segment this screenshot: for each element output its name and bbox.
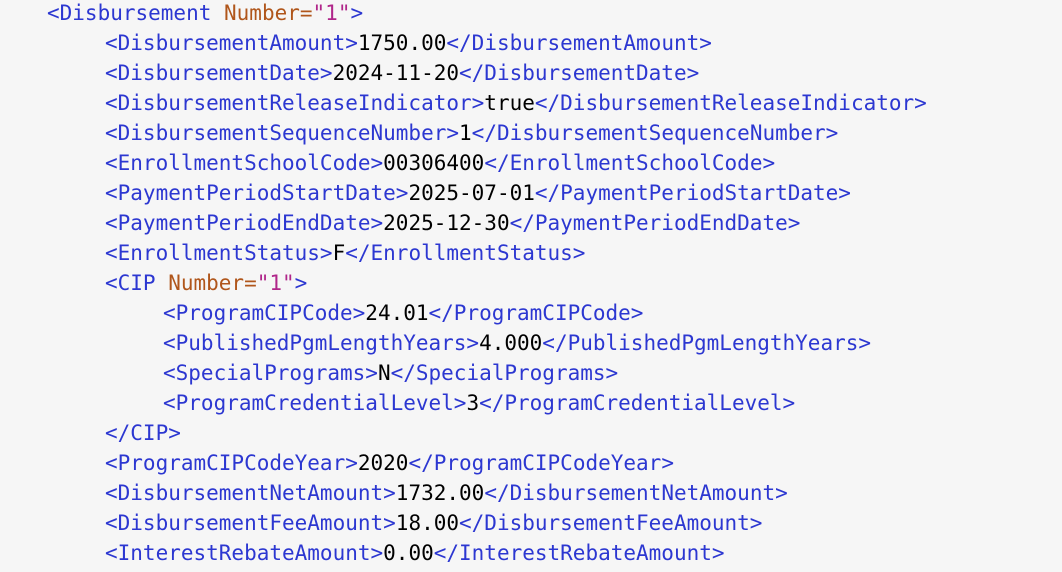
xml-open-tag: <SpecialPrograms> bbox=[163, 361, 378, 385]
xml-line: <DisbursementNetAmount>1732.00</Disburse… bbox=[105, 478, 788, 508]
xml-line: <DisbursementSequenceNumber>1</Disbursem… bbox=[105, 118, 838, 148]
xml-open-tag: <Disbursement bbox=[47, 1, 225, 25]
xml-attribute-value: "1" bbox=[256, 271, 295, 295]
xml-line: <Disbursement Number="1"> bbox=[47, 0, 363, 28]
xml-line: <CIP Number="1"> bbox=[105, 268, 307, 298]
xml-close-tag: </ProgramCIPCode> bbox=[428, 301, 644, 325]
xml-line: <PublishedPgmLengthYears>4.000</Publishe… bbox=[163, 328, 871, 358]
xml-close-tag: </EnrollmentStatus> bbox=[345, 241, 586, 265]
xml-text-value: 1 bbox=[459, 121, 472, 145]
xml-close-tag: </PaymentPeriodStartDate> bbox=[534, 181, 851, 205]
xml-close-tag: </PublishedPgmLengthYears> bbox=[542, 331, 872, 355]
xml-text-value: 2025-12-30 bbox=[383, 211, 510, 235]
xml-open-tag-end: > bbox=[294, 271, 308, 295]
xml-line: <DisbursementAmount>1750.00</Disbursemen… bbox=[105, 28, 712, 58]
xml-text-value: 2025-07-01 bbox=[408, 181, 535, 205]
xml-text-value: 1750.00 bbox=[357, 31, 447, 55]
xml-viewer: <Disbursement Number="1"> <DisbursementAm… bbox=[0, 0, 1062, 572]
xml-text-value: 2020 bbox=[357, 451, 409, 475]
xml-close-tag: </InterestRebateAmount> bbox=[433, 541, 725, 565]
xml-open-tag: <PublishedPgmLengthYears> bbox=[163, 331, 480, 355]
xml-line: <ProgramCredentialLevel>3</ProgramCreden… bbox=[163, 388, 795, 418]
xml-line: <PaymentPeriodEndDate>2025-12-30</Paymen… bbox=[105, 208, 800, 238]
xml-text-value: 3 bbox=[466, 391, 480, 415]
xml-open-tag: <DisbursementSequenceNumber> bbox=[105, 121, 460, 145]
xml-open-tag: <InterestRebateAmount> bbox=[105, 541, 384, 565]
xml-line: <DisbursementFeeAmount>18.00</Disburseme… bbox=[105, 508, 762, 538]
xml-open-tag: <DisbursementNetAmount> bbox=[105, 481, 396, 505]
xml-line: <DisbursementDate>2024-11-20</Disburseme… bbox=[105, 58, 699, 88]
xml-text-value: true bbox=[484, 91, 535, 115]
xml-text-value: 0.00 bbox=[383, 541, 434, 565]
xml-open-tag: <CIP bbox=[105, 271, 169, 295]
xml-open-tag: <ProgramCIPCodeYear> bbox=[105, 451, 358, 475]
xml-close-tag: </DisbursementDate> bbox=[459, 61, 700, 85]
xml-close-tag: </EnrollmentSchoolCode> bbox=[484, 151, 776, 175]
xml-close-tag: </DisbursementAmount> bbox=[446, 31, 712, 55]
xml-open-tag: <PaymentPeriodStartDate> bbox=[105, 181, 409, 205]
xml-line: <ProgramCIPCodeYear>2020</ProgramCIPCode… bbox=[105, 448, 674, 478]
xml-text-value: 18.00 bbox=[395, 511, 460, 535]
xml-close-tag: </DisbursementReleaseIndicator> bbox=[534, 91, 927, 115]
xml-open-tag: <DisbursementDate> bbox=[105, 61, 333, 85]
xml-line: <SpecialPrograms>N</SpecialPrograms> bbox=[163, 358, 618, 388]
xml-close-tag: </DisbursementFeeAmount> bbox=[459, 511, 763, 535]
xml-attribute-name: Number= bbox=[224, 1, 313, 25]
xml-line: </CIP> bbox=[105, 418, 181, 448]
xml-line: <EnrollmentSchoolCode>00306400</Enrollme… bbox=[105, 148, 775, 178]
xml-close-tag: </SpecialPrograms> bbox=[390, 361, 619, 385]
xml-open-tag: <ProgramCredentialLevel> bbox=[163, 391, 467, 415]
xml-open-tag-end: > bbox=[350, 1, 364, 25]
xml-text-value: 1732.00 bbox=[395, 481, 485, 505]
xml-open-tag: <PaymentPeriodEndDate> bbox=[105, 211, 384, 235]
xml-close-tag: </CIP> bbox=[105, 421, 181, 445]
xml-open-tag: <DisbursementAmount> bbox=[105, 31, 358, 55]
xml-text-value: 4.000 bbox=[479, 331, 543, 355]
xml-text-value: 2024-11-20 bbox=[332, 61, 460, 85]
xml-line: <EnrollmentStatus>F</EnrollmentStatus> bbox=[105, 238, 585, 268]
xml-open-tag: <EnrollmentStatus> bbox=[105, 241, 333, 265]
xml-attribute-value: "1" bbox=[312, 1, 351, 25]
xml-close-tag: </ProgramCredentialLevel> bbox=[479, 391, 796, 415]
xml-open-tag: <EnrollmentSchoolCode> bbox=[105, 151, 384, 175]
xml-open-tag: <DisbursementReleaseIndicator> bbox=[105, 91, 485, 115]
xml-text-value: 24.01 bbox=[365, 301, 429, 325]
xml-close-tag: </DisbursementNetAmount> bbox=[484, 481, 788, 505]
xml-attribute-name: Number= bbox=[168, 271, 257, 295]
xml-text-value: N bbox=[377, 361, 391, 385]
xml-line: <DisbursementReleaseIndicator>true</Disb… bbox=[105, 88, 927, 118]
xml-line: <ProgramCIPCode>24.01</ProgramCIPCode> bbox=[163, 298, 643, 328]
xml-text-value: F bbox=[332, 241, 346, 265]
xml-line: <InterestRebateAmount>0.00</InterestReba… bbox=[105, 538, 725, 568]
xml-open-tag: <ProgramCIPCode> bbox=[163, 301, 366, 325]
xml-line: <PaymentPeriodStartDate>2025-07-01</Paym… bbox=[105, 178, 851, 208]
xml-text-value: 00306400 bbox=[383, 151, 485, 175]
xml-close-tag: </PaymentPeriodEndDate> bbox=[509, 211, 801, 235]
xml-close-tag: </ProgramCIPCodeYear> bbox=[408, 451, 674, 475]
xml-open-tag: <DisbursementFeeAmount> bbox=[105, 511, 396, 535]
xml-close-tag: </DisbursementSequenceNumber> bbox=[471, 121, 839, 145]
